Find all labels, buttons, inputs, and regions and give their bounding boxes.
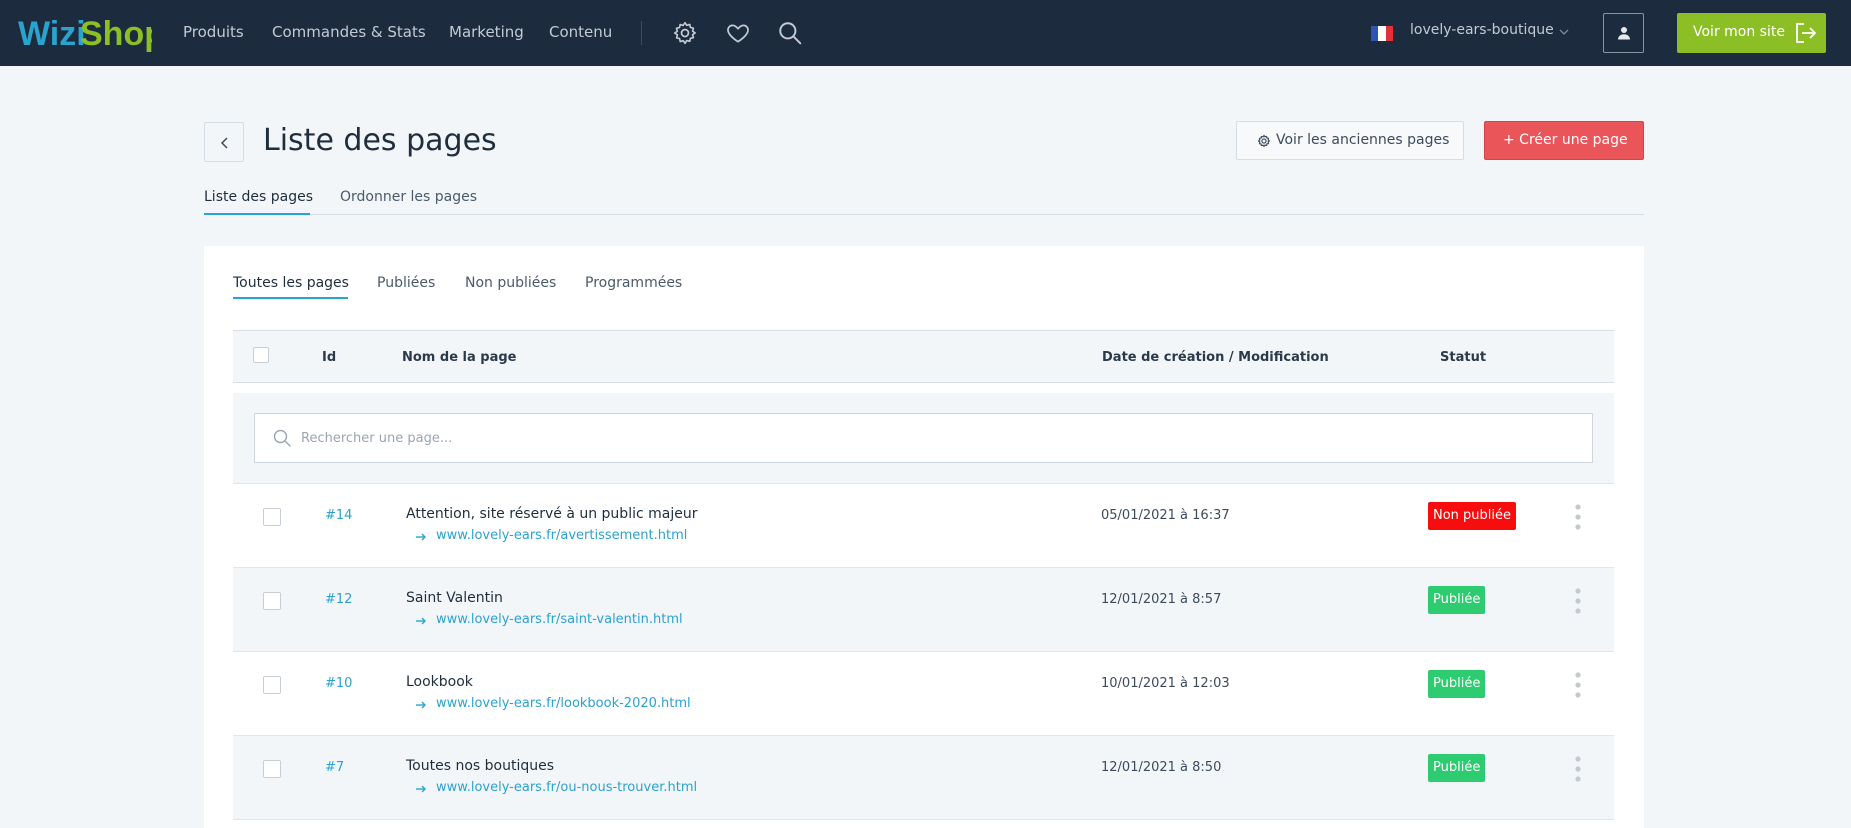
select-all-checkbox[interactable] xyxy=(253,347,269,363)
table-row[interactable]: #14 Attention, site réservé à un public … xyxy=(233,483,1614,567)
gear-icon[interactable] xyxy=(672,20,698,46)
row-checkbox[interactable] xyxy=(263,592,281,610)
nav-produits[interactable]: Produits xyxy=(183,22,244,42)
france-flag-icon[interactable] xyxy=(1371,26,1393,41)
nav-divider xyxy=(641,21,642,45)
back-button[interactable] xyxy=(204,122,244,162)
tab-bar-line xyxy=(204,214,1644,215)
view-site-label: Voir mon site xyxy=(1693,24,1785,40)
status-badge: Publiée xyxy=(1428,754,1486,782)
row-checkbox[interactable] xyxy=(263,676,281,694)
row-page-url[interactable]: www.lovely-ears.fr/avertissement.html xyxy=(436,528,687,543)
active-subtab-indicator xyxy=(233,297,348,299)
logo-text-shop: Shop xyxy=(80,15,152,53)
more-options-icon[interactable] xyxy=(1575,756,1581,782)
create-page-button[interactable]: + Créer une page xyxy=(1484,121,1644,160)
wizishop-logo[interactable]: Wizi Shop xyxy=(18,12,152,54)
chevron-left-icon xyxy=(220,137,228,149)
old-pages-button[interactable]: Voir les anciennes pages xyxy=(1236,121,1464,160)
logo-text-wizi: Wizi xyxy=(18,15,86,53)
column-header-date[interactable]: Date de création / Modification xyxy=(1102,350,1329,365)
row-id-link[interactable]: #12 xyxy=(325,592,352,607)
row-page-name[interactable]: Attention, site réservé à un public maje… xyxy=(406,506,697,522)
row-page-url[interactable]: www.lovely-ears.fr/ou-nous-trouver.html xyxy=(436,780,697,795)
nav-commandes-stats[interactable]: Commandes & Stats xyxy=(272,22,426,42)
row-checkbox[interactable] xyxy=(263,508,281,526)
row-id-link[interactable]: #14 xyxy=(325,508,352,523)
row-id-link[interactable]: #7 xyxy=(325,760,344,775)
table-row[interactable]: #7 Toutes nos boutiques www.lovely-ears.… xyxy=(233,735,1614,819)
arrow-right-icon xyxy=(416,701,426,709)
row-page-url[interactable]: www.lovely-ears.fr/lookbook-2020.html xyxy=(436,696,691,711)
active-tab-indicator xyxy=(204,213,310,215)
table-row[interactable]: #12 Saint Valentin www.lovely-ears.fr/sa… xyxy=(233,567,1614,651)
column-header-name[interactable]: Nom de la page xyxy=(402,350,517,365)
row-page-name[interactable]: Saint Valentin xyxy=(406,590,503,606)
old-pages-label: Voir les anciennes pages xyxy=(1276,132,1450,148)
row-date: 12/01/2021 à 8:50 xyxy=(1101,760,1222,775)
more-options-icon[interactable] xyxy=(1575,504,1581,530)
table-row[interactable]: #10 Lookbook www.lovely-ears.fr/lookbook… xyxy=(233,651,1614,735)
user-menu-button[interactable] xyxy=(1603,13,1644,53)
user-icon xyxy=(1618,27,1630,40)
nav-contenu[interactable]: Contenu xyxy=(549,22,612,42)
status-badge: Publiée xyxy=(1428,670,1486,698)
subtab-toutes-les-pages[interactable]: Toutes les pages xyxy=(233,275,349,291)
search-icon[interactable] xyxy=(777,20,803,46)
page-title: Liste des pages xyxy=(263,123,497,158)
tab-liste-des-pages[interactable]: Liste des pages xyxy=(204,189,313,205)
exit-icon xyxy=(1796,23,1817,43)
row-id-link[interactable]: #10 xyxy=(325,676,352,691)
subtab-publiees[interactable]: Publiées xyxy=(377,275,435,291)
create-page-label: + Créer une page xyxy=(1503,132,1628,148)
heart-icon[interactable] xyxy=(725,20,751,46)
row-page-name[interactable]: Toutes nos boutiques xyxy=(406,758,554,774)
row-date: 12/01/2021 à 8:57 xyxy=(1101,592,1222,607)
top-navbar: Wizi Shop Produits Commandes & Stats Mar… xyxy=(0,0,1851,66)
tab-ordonner-les-pages[interactable]: Ordonner les pages xyxy=(340,189,477,205)
row-divider xyxy=(233,819,1614,820)
search-input[interactable] xyxy=(301,427,1501,449)
status-badge: Non publiée xyxy=(1428,502,1517,530)
row-date: 05/01/2021 à 16:37 xyxy=(1101,508,1230,523)
account-selector[interactable]: lovely-ears-boutique xyxy=(1410,22,1554,38)
gear-icon xyxy=(1257,134,1271,148)
search-icon xyxy=(273,429,291,447)
table-header: Id Nom de la page Date de création / Mod… xyxy=(233,330,1614,383)
chevron-down-icon[interactable] xyxy=(1558,27,1570,37)
more-options-icon[interactable] xyxy=(1575,588,1581,614)
nav-marketing[interactable]: Marketing xyxy=(449,22,524,42)
subtab-programmees[interactable]: Programmées xyxy=(585,275,682,291)
view-site-button[interactable]: Voir mon site xyxy=(1677,13,1826,53)
row-date: 10/01/2021 à 12:03 xyxy=(1101,676,1230,691)
arrow-right-icon xyxy=(416,785,426,793)
arrow-right-icon xyxy=(416,617,426,625)
row-checkbox[interactable] xyxy=(263,760,281,778)
row-page-name[interactable]: Lookbook xyxy=(406,674,473,690)
column-header-status[interactable]: Statut xyxy=(1440,350,1486,365)
column-header-id[interactable]: Id xyxy=(322,350,336,365)
search-field[interactable] xyxy=(254,413,1593,463)
arrow-right-icon xyxy=(416,533,426,541)
row-page-url[interactable]: www.lovely-ears.fr/saint-valentin.html xyxy=(436,612,683,627)
more-options-icon[interactable] xyxy=(1575,672,1581,698)
subtab-non-publiees[interactable]: Non publiées xyxy=(465,275,556,291)
status-badge: Publiée xyxy=(1428,586,1486,614)
